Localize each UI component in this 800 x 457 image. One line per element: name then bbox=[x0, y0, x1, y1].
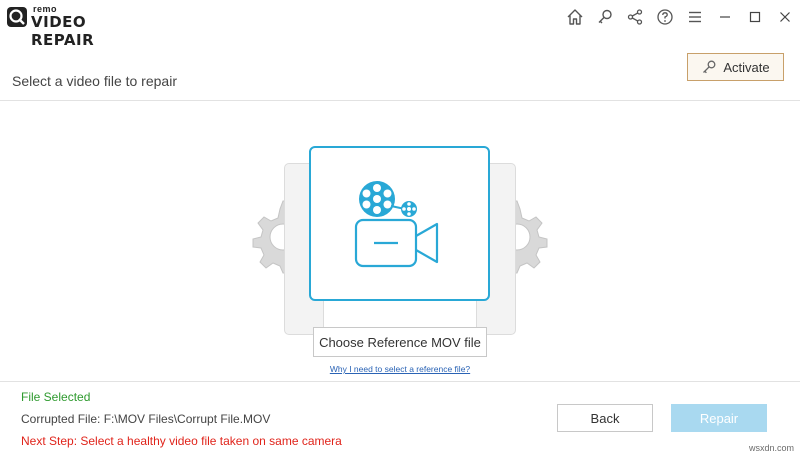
remo-logo-icon bbox=[6, 6, 28, 28]
activate-label: Activate bbox=[723, 59, 770, 75]
repair-button[interactable]: Repair bbox=[671, 404, 767, 432]
menu-icon[interactable] bbox=[680, 2, 710, 32]
footer-bar: File Selected Corrupted File: F:\MOV Fil… bbox=[0, 381, 800, 457]
corrupted-file-path: Corrupted File: F:\MOV Files\Corrupt Fil… bbox=[21, 412, 271, 426]
file-status: File Selected bbox=[21, 390, 91, 404]
key-icon bbox=[701, 59, 717, 75]
page-header: Select a video file to repair Activate bbox=[0, 33, 800, 101]
next-step-message: Next Step: Select a healthy video file t… bbox=[21, 434, 342, 448]
activate-button[interactable]: Activate bbox=[687, 53, 784, 81]
back-button[interactable]: Back bbox=[557, 404, 653, 432]
close-icon[interactable] bbox=[770, 2, 800, 32]
home-icon[interactable] bbox=[560, 2, 590, 32]
share-icon[interactable] bbox=[620, 2, 650, 32]
video-camera-icon bbox=[353, 178, 449, 275]
why-reference-link[interactable]: Why I need to select a reference file? bbox=[0, 364, 800, 374]
choose-reference-button[interactable]: Choose Reference MOV file bbox=[313, 327, 487, 357]
help-icon[interactable] bbox=[650, 2, 680, 32]
watermark: wsxdn.com bbox=[748, 443, 794, 453]
page-title: Select a video file to repair bbox=[12, 73, 177, 89]
title-bar: remo VIDEO REPAIR bbox=[0, 0, 800, 49]
search-key-icon[interactable] bbox=[590, 2, 620, 32]
illustration-area: Choose Reference MOV file Why I need to … bbox=[0, 101, 800, 381]
minimize-icon[interactable] bbox=[710, 2, 740, 32]
video-preview-panel bbox=[309, 146, 490, 301]
app-logo: remo VIDEO REPAIR bbox=[6, 4, 151, 49]
maximize-icon[interactable] bbox=[740, 2, 770, 32]
